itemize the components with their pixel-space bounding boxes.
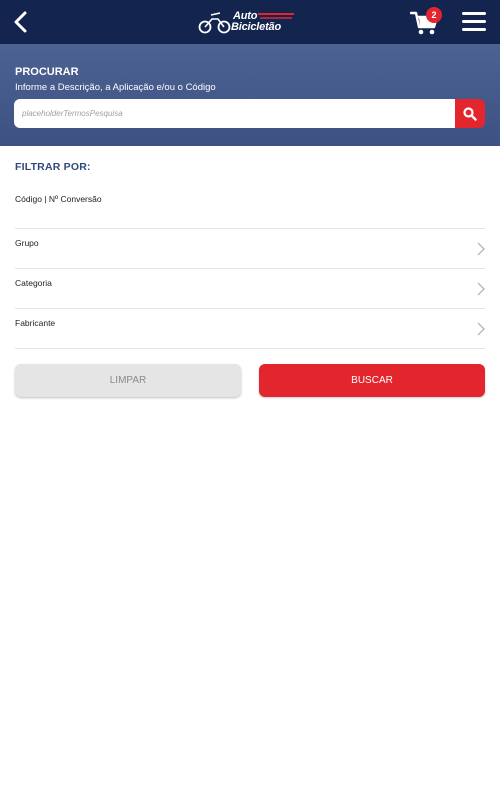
chevron-right-icon [477,242,485,256]
filter-item-label: Categoria [15,278,52,288]
filter-title: FILTRAR POR: [15,161,91,173]
cart-count-badge: 2 [426,7,442,23]
search-icon [463,107,477,121]
filter-item-label: Código | Nº Conversão [15,194,102,204]
divider [15,228,485,229]
filter-item-grupo[interactable]: Grupo [15,236,485,269]
hamburger-menu-icon[interactable] [462,12,486,32]
top-bar: Auto Bicicletão 2 [0,0,500,44]
filter-item-categoria[interactable]: Categoria [15,276,485,309]
submit-search-button[interactable]: BUSCAR [259,364,485,397]
search-button[interactable] [455,99,485,128]
search-panel: PROCURAR Informe a Descrição, a Aplicaçã… [0,44,500,146]
logo-text-bicicletao: Bicicletão [231,21,281,33]
search-title: PROCURAR [15,66,79,78]
chevron-right-icon [477,322,485,336]
search-input[interactable] [14,99,455,128]
chevron-right-icon [477,282,485,296]
back-arrow-icon [14,11,27,33]
clear-button[interactable]: LIMPAR [15,364,241,397]
back-button[interactable] [10,9,34,35]
filter-item-fabricante[interactable]: Fabricante [15,317,485,349]
divider [15,308,485,309]
filter-item-label: Grupo [15,238,39,248]
search-subtitle: Informe a Descrição, a Aplicação e/ou o … [15,82,216,93]
divider [15,348,485,349]
filter-item-label: Fabricante [15,318,56,328]
divider [15,268,485,269]
brand-logo: Auto Bicicletão [198,8,298,36]
filter-item-codigo[interactable]: Código | Nº Conversão [15,192,485,229]
